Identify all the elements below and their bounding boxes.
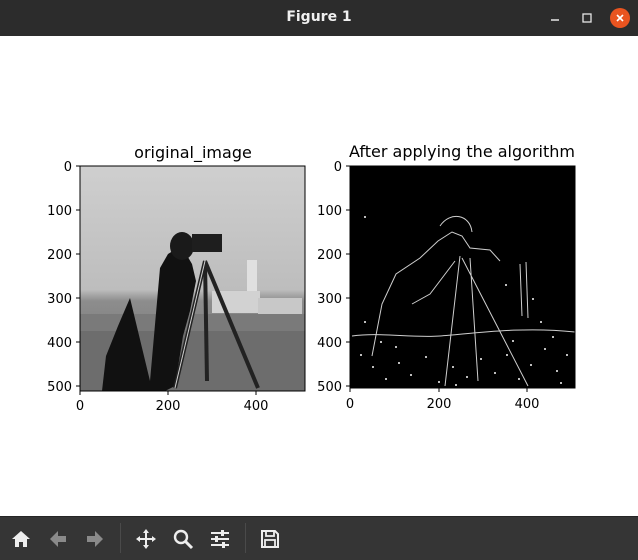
toolbar-separator	[120, 523, 121, 553]
save-button[interactable]	[257, 526, 283, 552]
subplot-original-image: original_image 0 100 200 300 400 500 0 2…	[47, 143, 306, 414]
y-tick-label: 0	[64, 160, 72, 175]
close-icon	[616, 14, 624, 22]
close-button[interactable]	[610, 8, 630, 28]
y-tick-label: 200	[317, 248, 342, 263]
y-tick-label: 300	[47, 292, 72, 307]
maximize-button[interactable]	[577, 8, 597, 28]
forward-arrow-icon	[87, 531, 103, 547]
x-axis-ticks: 0 200 400	[346, 388, 540, 412]
y-tick-label: 400	[47, 336, 72, 351]
zoom-button[interactable]	[170, 526, 196, 552]
zoom-icon	[173, 529, 194, 550]
maximize-icon	[582, 13, 592, 23]
y-tick-label: 300	[317, 292, 342, 307]
toolbar-separator	[245, 523, 246, 553]
x-tick-label: 0	[76, 399, 84, 414]
home-button[interactable]	[8, 526, 34, 552]
save-icon	[261, 530, 279, 548]
subplot-title: original_image	[134, 143, 252, 163]
original-image	[80, 166, 305, 391]
pan-button[interactable]	[133, 526, 159, 552]
y-tick-label: 100	[47, 204, 72, 219]
x-tick-label: 200	[156, 399, 181, 414]
y-tick-label: 500	[317, 380, 342, 395]
x-tick-label: 200	[427, 397, 452, 412]
back-button[interactable]	[45, 526, 71, 552]
x-tick-label: 400	[515, 397, 540, 412]
pan-icon	[136, 529, 156, 549]
minimize-icon	[551, 19, 559, 21]
subplot-title: After applying the algorithm	[349, 142, 575, 161]
configure-subplots-icon	[211, 530, 229, 548]
subplot-processed-image: After applying the algorithm 0 100 200 3…	[317, 142, 576, 412]
navigation-toolbar	[0, 516, 638, 560]
y-tick-label: 200	[47, 248, 72, 263]
x-tick-label: 400	[244, 399, 269, 414]
configure-subplots-button[interactable]	[207, 526, 233, 552]
y-tick-label: 100	[317, 204, 342, 219]
y-axis-ticks: 0 100 200 300 400 500	[47, 160, 80, 395]
home-icon	[12, 531, 30, 547]
figure-svg: original_image 0 100 200 300 400 500 0 2…	[47, 142, 576, 414]
x-axis-ticks: 0 200 400	[76, 391, 269, 414]
minimize-button[interactable]	[545, 8, 565, 28]
y-tick-label: 400	[317, 336, 342, 351]
y-tick-label: 500	[47, 380, 72, 395]
y-tick-label: 0	[334, 160, 342, 175]
edge-image	[350, 166, 576, 388]
window-title: Figure 1	[286, 9, 352, 25]
back-arrow-icon	[50, 531, 66, 547]
figure-canvas[interactable]: original_image 0 100 200 300 400 500 0 2…	[0, 36, 638, 516]
x-tick-label: 0	[346, 397, 354, 412]
forward-button[interactable]	[82, 526, 108, 552]
window-titlebar: Figure 1	[0, 0, 638, 36]
y-axis-ticks: 0 100 200 300 400 500	[317, 160, 350, 395]
